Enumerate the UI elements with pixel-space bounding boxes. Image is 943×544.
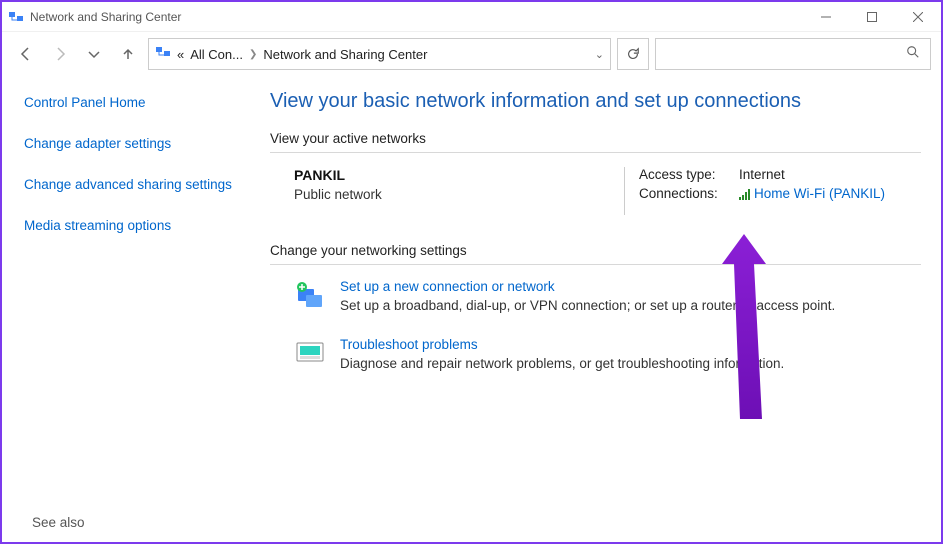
- troubleshoot-item: Troubleshoot problems Diagnose and repai…: [270, 337, 921, 371]
- setup-connection-desc: Set up a broadband, dial-up, or VPN conn…: [340, 298, 835, 313]
- search-icon: [906, 45, 920, 64]
- setup-connection-item: Set up a new connection or network Set u…: [270, 279, 921, 313]
- troubleshoot-link[interactable]: Troubleshoot problems: [340, 337, 784, 352]
- troubleshoot-icon: [294, 337, 326, 369]
- change-settings-label: Change your networking settings: [270, 243, 921, 258]
- refresh-button[interactable]: [617, 38, 649, 70]
- sidebar-media-link[interactable]: Media streaming options: [24, 217, 240, 236]
- search-input[interactable]: [655, 38, 931, 70]
- page-heading: View your basic network information and …: [270, 90, 921, 113]
- setup-connection-link[interactable]: Set up a new connection or network: [340, 279, 835, 294]
- access-type-value: Internet: [739, 167, 785, 182]
- breadcrumb-current[interactable]: Network and Sharing Center: [263, 47, 427, 62]
- address-icon: [155, 44, 171, 65]
- titlebar: Network and Sharing Center: [2, 2, 941, 32]
- network-name: PANKIL: [294, 167, 624, 183]
- main-panel: View your basic network information and …: [262, 76, 941, 542]
- active-networks-label: View your active networks: [270, 131, 921, 146]
- vertical-divider: [624, 167, 625, 215]
- network-sharing-icon: [8, 9, 24, 25]
- up-button[interactable]: [114, 40, 142, 68]
- chevron-right-icon[interactable]: ❯: [249, 49, 257, 60]
- breadcrumb-prefix: «: [177, 47, 184, 62]
- network-type: Public network: [294, 187, 624, 202]
- connection-name: Home Wi-Fi (PANKIL): [754, 186, 885, 201]
- wifi-signal-icon: [739, 188, 750, 200]
- address-dropdown-icon[interactable]: ⌄: [595, 48, 604, 61]
- sidebar-advanced-link[interactable]: Change advanced sharing settings: [24, 176, 240, 195]
- navbar: « All Con... ❯ Network and Sharing Cente…: [2, 32, 941, 76]
- sidebar: Control Panel Home Change adapter settin…: [2, 76, 262, 542]
- connection-link[interactable]: Home Wi-Fi (PANKIL): [739, 186, 885, 201]
- address-bar[interactable]: « All Con... ❯ Network and Sharing Cente…: [148, 38, 611, 70]
- active-network-row: PANKIL Public network Access type: Inter…: [270, 167, 921, 215]
- access-type-label: Access type:: [639, 167, 739, 182]
- see-also-label: See also: [32, 515, 85, 530]
- back-button[interactable]: [12, 40, 40, 68]
- divider: [270, 152, 921, 153]
- minimize-button[interactable]: [803, 2, 849, 32]
- close-button[interactable]: [895, 2, 941, 32]
- sidebar-adapter-link[interactable]: Change adapter settings: [24, 135, 240, 154]
- divider: [270, 264, 921, 265]
- maximize-button[interactable]: [849, 2, 895, 32]
- breadcrumb-root[interactable]: All Con...: [190, 47, 243, 62]
- troubleshoot-desc: Diagnose and repair network problems, or…: [340, 356, 784, 371]
- connections-label: Connections:: [639, 186, 739, 201]
- window-title: Network and Sharing Center: [30, 10, 803, 24]
- setup-connection-icon: [294, 279, 326, 311]
- forward-button[interactable]: [46, 40, 74, 68]
- sidebar-home-link[interactable]: Control Panel Home: [24, 94, 240, 113]
- recent-dropdown[interactable]: [80, 40, 108, 68]
- window-controls: [803, 2, 941, 32]
- content: Control Panel Home Change adapter settin…: [2, 76, 941, 542]
